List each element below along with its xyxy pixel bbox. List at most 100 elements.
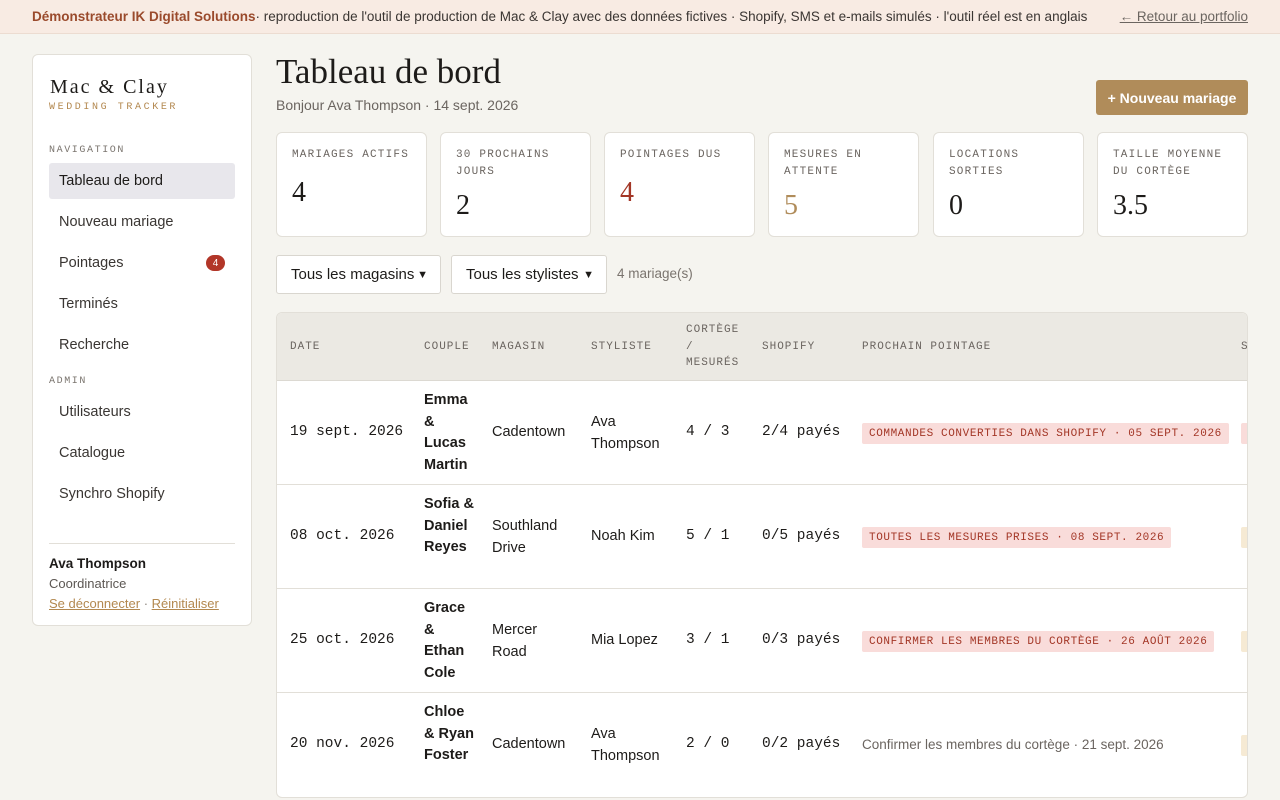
sidebar-item-users[interactable]: Utilisateurs: [49, 394, 235, 430]
sidebar-item-search[interactable]: Recherche: [49, 327, 235, 363]
sidebar-item-label: Utilisateurs: [59, 404, 131, 420]
new-wedding-button[interactable]: + Nouveau mariage: [1096, 80, 1248, 115]
sidebar-item-catalog[interactable]: Catalogue: [49, 435, 235, 471]
row-stylist: Mia Lopez: [591, 632, 658, 648]
stat-value: 0: [949, 190, 963, 221]
row-stylist: Ava Thompson: [591, 726, 660, 764]
stylist-filter-select[interactable]: Tous les stylistes ▼: [451, 255, 607, 294]
table-header: DATE COUPLE MAGASIN STYLISTE CORTÈGE / M…: [277, 313, 1247, 381]
row-couple[interactable]: Chloe & Ryan Foster: [424, 702, 476, 767]
logo: Mac & Clay: [50, 76, 169, 98]
row-shopify: 2/4 payés: [762, 424, 841, 440]
stat-label: LOCATIONS SORTIES: [949, 149, 1020, 178]
column-header-stylist[interactable]: STYLISTE: [591, 339, 652, 356]
store-filter-select[interactable]: Tous les magasins ▼: [276, 255, 441, 294]
table-row[interactable]: 08 oct. 2026 Sofia & Daniel Reyes Southl…: [277, 485, 1247, 589]
column-header-couple[interactable]: COUPLE: [424, 339, 470, 356]
user-name: Ava Thompson: [49, 556, 147, 571]
column-header-next-checkin[interactable]: PROCHAIN POINTAGE: [862, 339, 991, 356]
stat-card-active-weddings: MARIAGES ACTIFS 4: [276, 132, 427, 237]
row-stylist: Noah Kim: [591, 528, 655, 544]
row-couple[interactable]: Emma & Lucas Martin: [424, 390, 476, 476]
reset-link[interactable]: Réinitialiser: [152, 596, 219, 611]
page-subtitle: Bonjour Ava Thompson · 14 sept. 2026: [276, 97, 519, 113]
table-row[interactable]: 25 oct. 2026 Grace & Ethan Cole Mercer R…: [277, 589, 1247, 693]
sidebar-item-new-wedding[interactable]: Nouveau mariage: [49, 204, 235, 240]
back-to-portfolio-link[interactable]: ← Retour au portfolio: [1120, 9, 1248, 24]
column-header-status[interactable]: S: [1241, 339, 1247, 356]
row-store: Mercer Road: [492, 622, 538, 660]
next-checkin: Confirmer les membres du cortège · 21 se…: [862, 737, 1164, 752]
row-couple[interactable]: Grace & Ethan Cole: [424, 598, 476, 684]
row-date: 25 oct. 2026: [290, 632, 395, 648]
row-date: 08 oct. 2026: [290, 528, 395, 544]
store-filter-value: Tous les magasins: [291, 266, 415, 283]
stat-value: 3.5: [1113, 190, 1148, 221]
stat-label: 30 PROCHAINS JOURS: [456, 149, 550, 178]
banner-text: · reproduction de l'outil de production …: [255, 9, 1088, 24]
sidebar-item-completed[interactable]: Terminés: [49, 286, 235, 322]
stat-value: 2: [456, 190, 470, 221]
next-checkin-overdue-badge: COMMANDES CONVERTIES DANS SHOPIFY · 05 S…: [862, 423, 1229, 444]
stat-value: 5: [784, 190, 798, 221]
row-party: 3 / 1: [686, 632, 730, 648]
row-party: 4 / 3: [686, 424, 730, 440]
logo-subtitle: WEDDING TRACKER: [49, 102, 179, 113]
sidebar-item-label: Tableau de bord: [59, 173, 163, 189]
wedding-count: 4 mariage(s): [617, 266, 693, 281]
chevron-down-icon: ▼: [583, 268, 594, 281]
page-title: Tableau de bord: [276, 52, 501, 91]
sidebar-item-label: Terminés: [59, 296, 118, 312]
row-couple[interactable]: Sofia & Daniel Reyes: [424, 494, 476, 559]
next-checkin-overdue-badge: TOUTES LES MESURES PRISES · 08 SEPT. 202…: [862, 527, 1172, 548]
user-role: Coordinatrice: [49, 576, 127, 591]
column-header-date[interactable]: DATE: [290, 339, 320, 356]
sidebar-item-label: Recherche: [59, 337, 130, 353]
sidebar-item-shopify-sync[interactable]: Synchro Shopify: [49, 476, 235, 512]
next-checkin-overdue-badge: CONFIRMER LES MEMBRES DU CORTÈGE · 26 AO…: [862, 631, 1215, 652]
stat-card-next-30-days: 30 PROCHAINS JOURS 2: [440, 132, 591, 237]
chevron-down-icon: ▼: [417, 268, 428, 281]
row-store: Cadentown: [492, 424, 566, 440]
table-row[interactable]: 20 nov. 2026 Chloe & Ryan Foster Cadento…: [277, 693, 1247, 797]
stat-card-checkins-due: POINTAGES DUS 4: [604, 132, 755, 237]
nav-section-label: NAVIGATION: [49, 145, 126, 156]
stat-card-average-party-size: TAILLE MOYENNE DU CORTÈGE 3.5: [1097, 132, 1248, 237]
table-row[interactable]: 19 sept. 2026 Emma & Lucas Martin Cadent…: [277, 381, 1247, 485]
row-store: Southland Drive: [492, 518, 558, 556]
status-badge: [1241, 527, 1247, 548]
status-badge: [1241, 631, 1247, 652]
sidebar: Mac & Clay WEDDING TRACKER NAVIGATION Ta…: [32, 54, 252, 626]
column-header-shopify[interactable]: SHOPIFY: [762, 339, 815, 356]
column-header-store[interactable]: MAGASIN: [492, 339, 545, 356]
sidebar-item-dashboard[interactable]: Tableau de bord: [49, 163, 235, 199]
row-date: 19 sept. 2026: [290, 424, 404, 440]
row-stylist: Ava Thompson: [591, 414, 660, 452]
stat-card-rentals-out: LOCATIONS SORTIES 0: [933, 132, 1084, 237]
row-party: 5 / 1: [686, 528, 730, 544]
user-links-separator: ·: [140, 596, 152, 611]
sidebar-item-label: Catalogue: [59, 445, 126, 461]
admin-section-label: ADMIN: [49, 376, 88, 387]
sidebar-item-label: Nouveau mariage: [59, 214, 174, 230]
stat-label: MARIAGES ACTIFS: [292, 149, 410, 161]
demo-banner: Démonstrateur IK Digital Solutions · rep…: [0, 0, 1280, 34]
stat-label: MESURES EN ATTENTE: [784, 149, 863, 178]
user-links: Se déconnecter · Réinitialiser: [49, 596, 235, 611]
stat-card-pending-measurements: MESURES EN ATTENTE 5: [768, 132, 919, 237]
weddings-table: DATE COUPLE MAGASIN STYLISTE CORTÈGE / M…: [276, 312, 1248, 798]
row-shopify: 0/3 payés: [762, 632, 841, 648]
stat-label: POINTAGES DUS: [620, 149, 722, 161]
checkins-count-badge: 4: [206, 255, 225, 271]
logout-link[interactable]: Se déconnecter: [49, 596, 140, 611]
sidebar-divider: [49, 543, 235, 544]
column-header-party[interactable]: CORTÈGE / MESURÉS: [686, 322, 744, 372]
status-badge: [1241, 735, 1247, 756]
row-date: 20 nov. 2026: [290, 736, 395, 752]
row-shopify: 0/5 payés: [762, 528, 841, 544]
stylist-filter-value: Tous les stylistes: [466, 266, 579, 283]
sidebar-item-checkins[interactable]: Pointages 4: [49, 245, 235, 281]
sidebar-item-label: Synchro Shopify: [59, 486, 165, 502]
banner-brand: Démonstrateur IK Digital Solutions: [32, 9, 256, 24]
stat-value: 4: [292, 177, 306, 208]
